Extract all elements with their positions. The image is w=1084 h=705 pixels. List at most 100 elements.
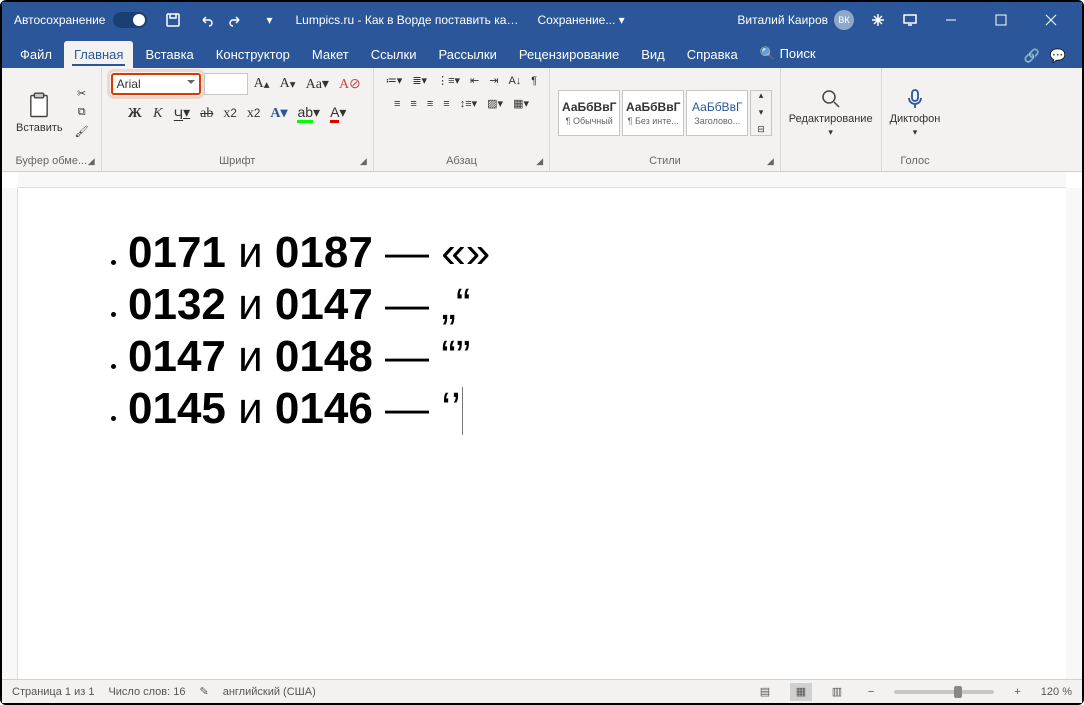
- vertical-scrollbar[interactable]: [1066, 188, 1082, 679]
- align-right-icon[interactable]: ≡: [423, 96, 437, 112]
- style-nospacing[interactable]: АаБбВвГ¶ Без инте...: [622, 90, 684, 136]
- styles-up-icon[interactable]: ▴: [753, 88, 769, 103]
- save-icon[interactable]: [159, 6, 187, 34]
- group-label-clipboard: Буфер обме...◢: [10, 153, 93, 169]
- styles-dialog-launcher[interactable]: ◢: [767, 156, 774, 167]
- highlight-color-icon[interactable]: ab▾: [293, 102, 324, 125]
- tab-mailings[interactable]: Рассылки: [428, 41, 506, 68]
- font-size-combo[interactable]: [204, 73, 248, 95]
- shading-icon[interactable]: ▨▾: [483, 95, 507, 112]
- cut-icon[interactable]: ✂: [71, 85, 93, 102]
- font-dialog-launcher[interactable]: ◢: [360, 156, 367, 167]
- minimize-button[interactable]: [928, 2, 974, 38]
- tab-layout[interactable]: Макет: [302, 41, 359, 68]
- style-heading[interactable]: АаБбВвГЗаголово...: [686, 90, 748, 136]
- zoom-level[interactable]: 120 %: [1041, 686, 1072, 698]
- group-label-paragraph: Абзац◢: [382, 153, 541, 169]
- align-center-icon[interactable]: ≡: [406, 96, 420, 112]
- increase-indent-icon[interactable]: ⇥: [485, 72, 502, 89]
- zoom-in-button[interactable]: +: [1008, 686, 1026, 698]
- qat-customize-icon[interactable]: ▾: [255, 6, 283, 34]
- paste-button[interactable]: Вставить: [10, 90, 69, 136]
- saving-status: Сохранение... ▾: [531, 13, 630, 27]
- italic-button[interactable]: К: [148, 104, 168, 124]
- superscript-button[interactable]: x2: [243, 104, 264, 124]
- text-effects-icon[interactable]: A▾: [266, 103, 291, 124]
- horizontal-ruler[interactable]: [18, 172, 1066, 188]
- search-large-icon: [819, 87, 843, 111]
- group-font: Arial A▴ A▾ Aa▾ A⊘ Ж К Ч▾ ab x2 x2 A▾ ab: [102, 68, 374, 171]
- justify-icon[interactable]: ≡: [439, 96, 453, 112]
- change-case-icon[interactable]: Aa▾: [302, 74, 333, 95]
- align-left-icon[interactable]: ≡: [390, 96, 404, 112]
- close-button[interactable]: [1028, 2, 1074, 38]
- tab-insert[interactable]: Вставка: [135, 41, 203, 68]
- paragraph-dialog-launcher[interactable]: ◢: [536, 156, 543, 167]
- group-editing: Редактирование▾: [781, 68, 882, 171]
- tab-help[interactable]: Справка: [677, 41, 748, 68]
- ribbon: Вставить ✂ ⧉ 🖌 Буфер обме...◢ Arial A▴: [2, 68, 1082, 172]
- tab-view[interactable]: Вид: [631, 41, 675, 68]
- view-print-icon[interactable]: ▦: [790, 683, 812, 701]
- ribbon-display-icon[interactable]: [896, 6, 924, 34]
- strike-button[interactable]: ab: [196, 104, 217, 124]
- vertical-ruler[interactable]: [2, 188, 18, 679]
- group-styles: АаБбВвГ¶ Обычный АаБбВвГ¶ Без инте... Аа…: [550, 68, 781, 171]
- comments-icon[interactable]: 💬: [1050, 48, 1066, 64]
- view-read-icon[interactable]: ▤: [754, 683, 776, 701]
- grow-font-icon[interactable]: A▴: [250, 74, 274, 94]
- styles-down-icon[interactable]: ▾: [753, 105, 769, 120]
- dictate-button[interactable]: Диктофон▾: [890, 87, 941, 138]
- tab-home[interactable]: Главная: [64, 41, 133, 68]
- autosave-toggle[interactable]: [113, 12, 147, 28]
- format-painter-icon[interactable]: 🖌: [71, 123, 93, 140]
- ribbon-tabs: Файл Главная Вставка Конструктор Макет С…: [2, 38, 1082, 68]
- group-label-editing: [789, 153, 873, 169]
- bullets-icon[interactable]: ≔▾: [382, 72, 407, 89]
- zoom-out-button[interactable]: −: [862, 686, 880, 698]
- sort-icon[interactable]: A↓: [504, 73, 525, 89]
- redo-icon[interactable]: [223, 6, 251, 34]
- undo-icon[interactable]: [191, 6, 219, 34]
- multilevel-icon[interactable]: ⋮≡▾: [433, 72, 464, 89]
- shrink-font-icon[interactable]: A▾: [276, 74, 300, 94]
- tab-search[interactable]: 🔍 Поиск: [750, 40, 826, 68]
- spellcheck-icon[interactable]: ✎: [200, 685, 209, 698]
- user-account[interactable]: Виталий Каиров ВК: [731, 10, 860, 30]
- status-language[interactable]: английский (США): [223, 686, 316, 698]
- page[interactable]: 0171 и 0187 — «» 0132 и 0147 — „“ 0147 и…: [18, 188, 1066, 467]
- tab-review[interactable]: Рецензирование: [509, 41, 629, 68]
- sparkle-icon[interactable]: [864, 6, 892, 34]
- zoom-slider[interactable]: [894, 690, 994, 694]
- tab-references[interactable]: Ссылки: [361, 41, 427, 68]
- bold-button[interactable]: Ж: [124, 104, 146, 124]
- line-spacing-icon[interactable]: ↕≡▾: [456, 95, 481, 112]
- share-icon[interactable]: 🔗: [1024, 48, 1040, 64]
- numbering-icon[interactable]: ≣▾: [408, 72, 431, 89]
- subscript-button[interactable]: x2: [219, 104, 240, 124]
- underline-button[interactable]: Ч▾: [170, 103, 194, 124]
- borders-icon[interactable]: ▦▾: [509, 95, 533, 112]
- maximize-button[interactable]: [978, 2, 1024, 38]
- clipboard-dialog-launcher[interactable]: ◢: [88, 156, 95, 167]
- status-word-count[interactable]: Число слов: 16: [108, 686, 185, 698]
- avatar-icon: ВК: [834, 10, 854, 30]
- copy-icon[interactable]: ⧉: [71, 104, 93, 121]
- group-paragraph: ≔▾ ≣▾ ⋮≡▾ ⇤ ⇥ A↓ ¶ ≡ ≡ ≡ ≡ ↕≡▾ ▨▾ ▦▾: [374, 68, 550, 171]
- font-color-icon[interactable]: A▾: [326, 102, 350, 125]
- editing-dropdown[interactable]: Редактирование▾: [789, 87, 873, 138]
- tab-design[interactable]: Конструктор: [206, 41, 300, 68]
- group-label-voice: Голос: [890, 153, 941, 169]
- status-page[interactable]: Страница 1 из 1: [12, 686, 94, 698]
- clear-format-icon[interactable]: A⊘: [335, 74, 365, 95]
- decrease-indent-icon[interactable]: ⇤: [466, 72, 483, 89]
- show-marks-icon[interactable]: ¶: [527, 73, 541, 89]
- tab-file[interactable]: Файл: [10, 41, 62, 68]
- view-web-icon[interactable]: ▥: [826, 683, 848, 701]
- status-bar: Страница 1 из 1 Число слов: 16 ✎ английс…: [2, 679, 1082, 703]
- style-normal[interactable]: АаБбВвГ¶ Обычный: [558, 90, 620, 136]
- styles-more-icon[interactable]: ⊟: [753, 122, 769, 137]
- font-name-combo[interactable]: Arial: [111, 73, 201, 95]
- document-title: Lumpics.ru - Как в Ворде поставить ка...…: [287, 13, 527, 27]
- group-clipboard: Вставить ✂ ⧉ 🖌 Буфер обме...◢: [2, 68, 102, 171]
